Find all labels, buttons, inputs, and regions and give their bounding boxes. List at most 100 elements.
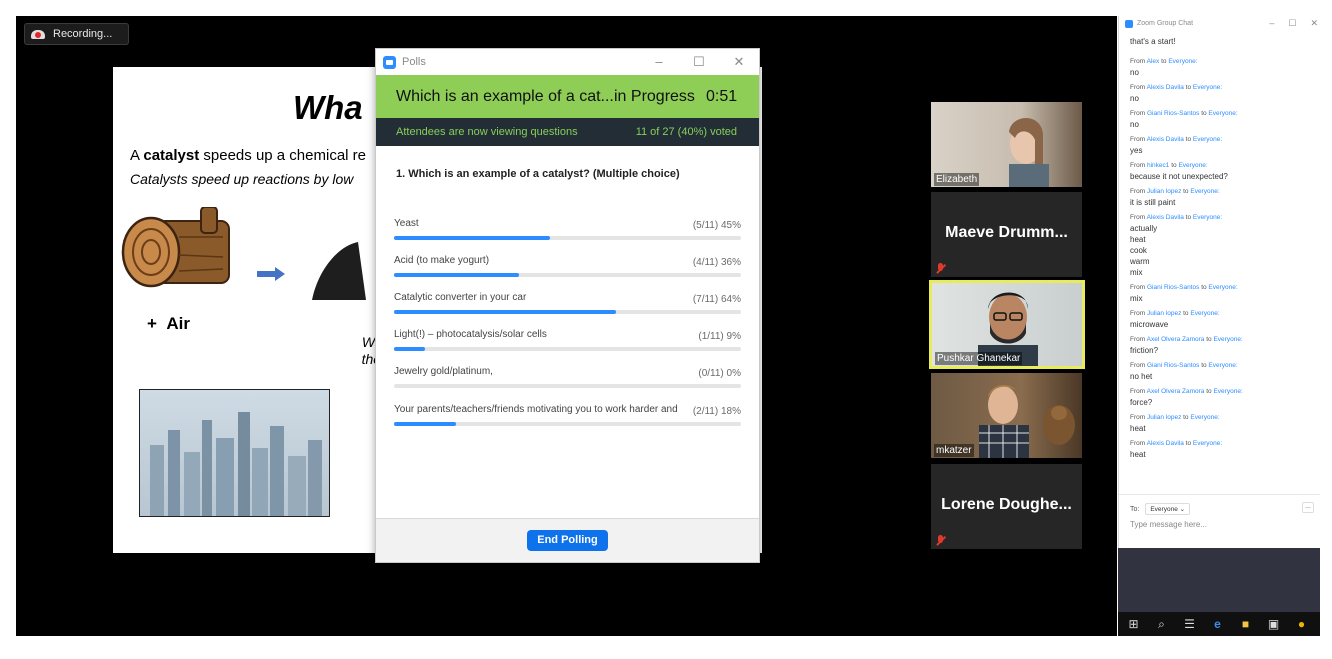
- minimize-icon[interactable]: –: [1269, 18, 1274, 29]
- poll-option-bar: [394, 310, 617, 314]
- ash-pile-image: [312, 242, 366, 300]
- chat-panel: Zoom Group Chat – ☐ ✕ that's a start! Fr…: [1118, 16, 1320, 548]
- chat-message-header: From Giani Rios-Santos to Everyone:: [1130, 284, 1238, 291]
- chat-message: From Julian lopez to Everyone: microwave: [1130, 308, 1310, 330]
- chat-message: From Alex to Everyone: no: [1130, 56, 1310, 78]
- end-polling-button[interactable]: End Polling: [527, 530, 608, 551]
- chat-message-text: heat: [1130, 424, 1146, 433]
- chat-recipient: Everyone:: [1190, 414, 1220, 421]
- chat-message-text: microwave: [1130, 320, 1169, 329]
- recording-label: Recording...: [53, 28, 113, 40]
- chat-message-header: From Alexis Davila to Everyone:: [1130, 136, 1223, 143]
- chat-message-text: warm: [1130, 257, 1150, 266]
- poll-footer: End Polling: [376, 518, 759, 562]
- to-label: To:: [1130, 505, 1140, 513]
- poll-vote-count: 11 of 27 (40%) voted: [635, 126, 737, 138]
- maximize-icon[interactable]: ☐: [1288, 18, 1296, 29]
- chat-message-header: From Julian lopez to Everyone:: [1130, 310, 1220, 317]
- chat-message: From Alexis Davila to Everyone: yes: [1130, 134, 1310, 156]
- chat-recipient: Everyone:: [1178, 162, 1208, 169]
- chat-message-input[interactable]: Type message here...: [1130, 520, 1207, 529]
- arrow-right-icon: [257, 267, 285, 281]
- chrome-icon[interactable]: ●: [1294, 617, 1309, 631]
- video-tile-lorene[interactable]: Lorene Doughe...: [931, 464, 1082, 549]
- video-tile-elizabeth[interactable]: Elizabeth: [931, 102, 1082, 187]
- windows-start-icon[interactable]: ⊞: [1126, 617, 1141, 631]
- participant-name: mkatzer: [934, 444, 974, 457]
- poll-option: Jewelry gold/platinum, (0/11) 0%: [394, 365, 741, 388]
- store-icon[interactable]: ▣: [1266, 617, 1281, 631]
- video-tile-mkatzer[interactable]: mkatzer: [931, 373, 1082, 458]
- chat-sender: Julian lopez: [1146, 414, 1182, 421]
- close-icon[interactable]: ✕: [1310, 18, 1318, 29]
- plus-air-label: + Air: [147, 314, 190, 333]
- chat-message-header: From Giani Rios-Santos to Everyone:: [1130, 110, 1238, 117]
- log-image: [121, 207, 230, 288]
- file-explorer-icon[interactable]: ■: [1238, 617, 1253, 631]
- chat-message-header: From hinkec1 to Everyone:: [1130, 162, 1208, 169]
- recipient-dropdown[interactable]: Everyone ⌄: [1145, 503, 1191, 515]
- chat-sender: Alexis Davila: [1146, 440, 1184, 447]
- chat-sender: Alex: [1146, 58, 1160, 65]
- smog-city-image: [139, 389, 330, 517]
- chat-message-header: From Julian lopez to Everyone:: [1130, 188, 1220, 195]
- chat-sender: Alexis Davila: [1146, 84, 1184, 91]
- chat-message: From Giani Rios-Santos to Everyone: no: [1130, 108, 1310, 130]
- chat-recipient: Everyone:: [1168, 58, 1198, 65]
- chat-recipient: Everyone:: [1190, 188, 1220, 195]
- poll-option-bar: [394, 236, 551, 240]
- chat-recipient: Everyone:: [1213, 388, 1243, 395]
- chat-message-text: cook: [1130, 246, 1147, 255]
- chat-recipient: Everyone:: [1192, 440, 1223, 447]
- slide-line-2: Catalysts speed up reactions by low: [130, 171, 354, 187]
- chat-message-header: From Axel Olvera Zamora to Everyone:: [1130, 388, 1243, 395]
- poll-option: Yeast (5/11) 45%: [394, 217, 741, 240]
- chat-message: From Axel Olvera Zamora to Everyone: fric…: [1130, 334, 1310, 356]
- chat-recipient: Everyone:: [1192, 214, 1223, 221]
- chat-sender: Axel Olvera Zamora: [1146, 388, 1205, 395]
- mic-muted-icon: [936, 263, 945, 274]
- close-icon[interactable]: ✕: [719, 49, 759, 75]
- chat-sender: Giani Rios-Santos: [1146, 284, 1200, 291]
- chat-message-text: mix: [1130, 268, 1143, 277]
- chat-message-text: heat: [1130, 235, 1146, 244]
- chat-sender: Alexis Davila: [1146, 136, 1184, 143]
- divider: [1119, 494, 1320, 495]
- chat-message: From Axel Olvera Zamora to Everyone: forc…: [1130, 386, 1310, 408]
- poll-status: in Progress: [614, 87, 695, 105]
- chat-recipient: Everyone:: [1208, 110, 1238, 117]
- video-tile-pushkar[interactable]: Pushkar Ghanekar: [929, 280, 1085, 369]
- chat-message: From Julian lopez to Everyone: it is stil…: [1130, 186, 1310, 208]
- chat-sender: Giani Rios-Santos: [1146, 110, 1200, 117]
- recording-indicator[interactable]: Recording...: [24, 23, 129, 45]
- chat-message-header: From Alexis Davila to Everyone:: [1130, 84, 1223, 91]
- chat-recipient: Everyone:: [1213, 336, 1243, 343]
- poll-timer: 0:51: [706, 87, 738, 105]
- maximize-icon[interactable]: ☐: [679, 49, 719, 75]
- chat-message-text: force?: [1130, 398, 1153, 407]
- chat-recipient-row: To: Everyone ⌄: [1130, 503, 1191, 515]
- chat-sender: hinkec1: [1146, 162, 1170, 169]
- chat-title: Zoom Group Chat: [1137, 20, 1194, 27]
- polls-titlebar: Polls – ☐ ✕: [376, 49, 759, 75]
- minimize-icon[interactable]: –: [639, 49, 679, 75]
- edge-browser-icon[interactable]: e: [1210, 617, 1225, 631]
- participant-name: Maeve Drumm...: [945, 224, 1068, 241]
- chat-message: From Julian lopez to Everyone: heat: [1130, 412, 1310, 434]
- chat-message-text: actually: [1130, 224, 1158, 233]
- chat-message-text: yes: [1130, 146, 1143, 155]
- poll-option-bar: [394, 422, 457, 426]
- poll-header: Which is an example of a cat... in Progr…: [376, 75, 759, 118]
- chat-message-header: From Alexis Davila to Everyone:: [1130, 214, 1223, 221]
- chat-sender: Julian lopez: [1146, 188, 1182, 195]
- poll-header-question: Which is an example of a cat...: [396, 87, 614, 105]
- task-view-icon[interactable]: ☰: [1182, 617, 1197, 631]
- search-icon[interactable]: ⌕: [1154, 617, 1169, 631]
- chat-message: From Alexis Davila to Everyone: heat: [1130, 438, 1310, 460]
- chat-message-text: mix: [1130, 294, 1143, 303]
- more-options-button[interactable]: ...: [1302, 502, 1314, 513]
- video-tile-maeve[interactable]: Maeve Drumm...: [931, 192, 1082, 277]
- participant-name: Elizabeth: [934, 173, 980, 186]
- poll-option: Catalytic converter in your car (7/11) 64…: [394, 291, 741, 314]
- participant-name: Lorene Doughe...: [941, 496, 1072, 513]
